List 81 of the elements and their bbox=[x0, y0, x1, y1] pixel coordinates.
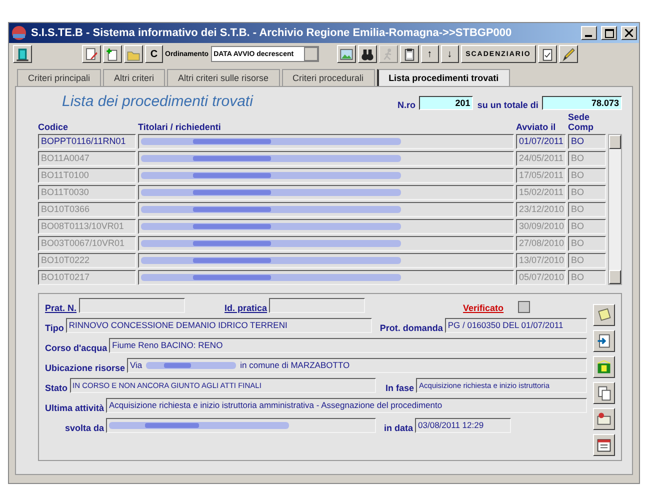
link[interactable]: Id. pratica bbox=[224, 303, 268, 313]
app-logo-icon bbox=[11, 25, 27, 41]
field-label: Ubicazione risorse bbox=[45, 363, 126, 373]
picture-icon[interactable] bbox=[336, 45, 356, 63]
table-cell: BO bbox=[568, 270, 606, 285]
number-field: 201 bbox=[419, 96, 474, 110]
tab[interactable]: Criteri principali bbox=[17, 69, 102, 86]
table-cell: 05/07/2010 bbox=[516, 270, 566, 285]
table-cell: 27/08/2010 bbox=[516, 236, 566, 251]
table-cell: 23/12/2010 bbox=[516, 202, 566, 217]
binoculars-icon[interactable] bbox=[358, 45, 377, 63]
table-cell: 17/05/2011 bbox=[516, 168, 566, 183]
field-label: in data bbox=[384, 423, 414, 433]
table-cell[interactable]: BOPPT0116/11RN01 bbox=[38, 134, 136, 149]
link[interactable]: Prat. N. bbox=[45, 303, 77, 313]
table-cell: BO bbox=[568, 202, 606, 217]
column-header: Titolari / richiedenti bbox=[138, 122, 222, 132]
exit-icon[interactable] bbox=[13, 45, 32, 63]
table-cell: BO bbox=[568, 168, 606, 183]
notes-icon[interactable] bbox=[593, 304, 615, 326]
close-button[interactable] bbox=[621, 26, 637, 40]
input-field[interactable] bbox=[269, 298, 366, 313]
column-header: Codice bbox=[38, 122, 70, 132]
document-edit-icon[interactable] bbox=[82, 45, 101, 63]
input-field[interactable] bbox=[78, 298, 185, 313]
maximize-icon bbox=[604, 28, 614, 38]
minimize-button[interactable] bbox=[581, 26, 597, 40]
input-field[interactable] bbox=[106, 418, 376, 433]
table-cell: 24/05/2011 bbox=[516, 151, 566, 166]
table-cell: BO bbox=[568, 151, 606, 166]
checklist-icon[interactable] bbox=[538, 45, 557, 63]
folder-icon[interactable] bbox=[124, 45, 143, 63]
tab[interactable]: Altri criteri bbox=[103, 69, 166, 86]
field-label: Ultima attività bbox=[45, 403, 104, 413]
list-heading: Lista dei procedimenti trovati bbox=[61, 93, 254, 110]
tab[interactable]: Altri criteri sulle risorse bbox=[167, 69, 280, 86]
window-title: S.I.S.TE.B - Sistema informativo dei S.T.B. - Archivio Regione Emilia-Romagna->>STBGP000 bbox=[31, 27, 513, 39]
checkbox[interactable] bbox=[518, 301, 530, 313]
table-cell: 13/07/2010 bbox=[516, 253, 566, 268]
table-cell: 01/07/2011 bbox=[516, 134, 566, 149]
table-cell: BO bbox=[568, 253, 606, 268]
field-label: In fase bbox=[386, 383, 414, 393]
link[interactable]: Verificato bbox=[463, 303, 504, 313]
money-icon[interactable] bbox=[593, 356, 615, 378]
input-field[interactable]: Via in comune di MARZABOTTO bbox=[127, 358, 587, 373]
table-cell: BO bbox=[568, 219, 606, 234]
table-cell: 15/02/2011 bbox=[516, 185, 566, 200]
table-cell: BO bbox=[568, 185, 606, 200]
maximize-button[interactable] bbox=[601, 26, 617, 40]
table-cell: BO bbox=[568, 236, 606, 251]
input-field[interactable]: Acquisizione richiesta e inizio istruttoria amministrativa - Assegnazione del procedimento bbox=[106, 398, 587, 413]
toolbar-button[interactable]: ↑ bbox=[420, 45, 439, 63]
field-label: Stato bbox=[45, 383, 68, 393]
field-label: Prot. domanda bbox=[380, 323, 443, 333]
calendar-icon[interactable] bbox=[593, 434, 615, 456]
field-label: Tipo bbox=[45, 323, 64, 333]
table-cell: BO bbox=[568, 134, 606, 149]
total-field: 78.073 bbox=[542, 96, 622, 110]
close-icon bbox=[625, 29, 633, 37]
tab[interactable]: Lista procedimenti trovati bbox=[376, 69, 510, 86]
clipboard-icon[interactable] bbox=[400, 45, 419, 63]
input-field[interactable]: RINNOVO CONCESSIONE DEMANIO IDRICO TERRENI bbox=[66, 318, 372, 333]
document-add-icon[interactable] bbox=[103, 45, 122, 63]
toolbar-button[interactable]: C bbox=[145, 45, 163, 63]
input-field[interactable]: Fiume Reno BACINO: RENO bbox=[109, 338, 587, 353]
column-header: Sede Comp bbox=[568, 112, 594, 132]
tab[interactable]: Criteri procedurali bbox=[282, 69, 375, 86]
total-label: su un totale di bbox=[477, 100, 538, 110]
input-field[interactable]: 03/08/2011 12:29 bbox=[415, 418, 512, 433]
input-field[interactable]: PG / 0160350 DEL 01/07/2011 bbox=[444, 318, 587, 333]
field-label: Corso d'acqua bbox=[45, 343, 108, 353]
field-label: svolta da bbox=[65, 423, 104, 433]
export-icon[interactable] bbox=[593, 330, 615, 352]
mail-icon[interactable] bbox=[593, 408, 615, 430]
scrollbar[interactable] bbox=[608, 134, 622, 285]
table-cell: 30/09/2010 bbox=[516, 219, 566, 234]
column-header: Avviato il bbox=[516, 122, 557, 132]
documents-icon[interactable] bbox=[593, 382, 615, 404]
pencil-icon[interactable] bbox=[558, 45, 578, 63]
toolbar-button[interactable]: ↓ bbox=[440, 45, 459, 63]
number-label: N.ro bbox=[397, 100, 416, 110]
